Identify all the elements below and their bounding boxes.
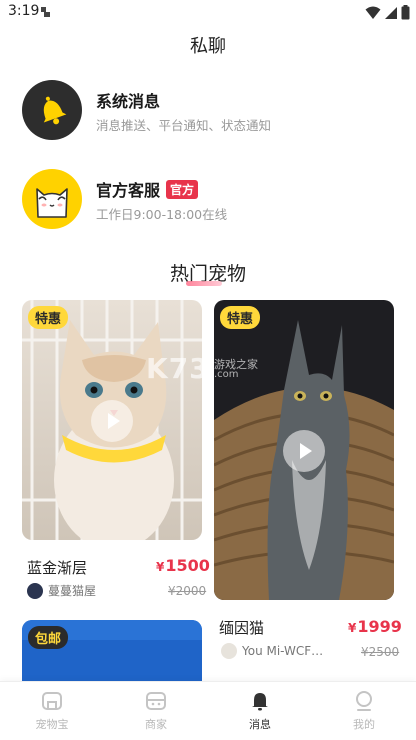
shop-name: You Mi-WCF… (242, 644, 324, 658)
currency-symbol: ¥ (348, 621, 357, 635)
pet-card-image-blue-gold[interactable]: 特惠 (22, 300, 202, 540)
price-value: 1999 (357, 617, 402, 636)
play-video-button[interactable] (91, 400, 133, 442)
discount-tag: 特惠 (220, 306, 261, 329)
pet-name: 缅因猫 (219, 619, 265, 637)
tab-label: 我的 (353, 718, 375, 731)
profile-icon (356, 691, 372, 711)
shop-name: 蔓蔓猫屋 (48, 584, 97, 598)
shop-info[interactable]: You Mi-WCF… (221, 643, 323, 659)
status-icons (365, 5, 410, 20)
tab-merchants[interactable]: 商家 (121, 690, 191, 732)
bell-icon (43, 96, 67, 125)
battery-icon (401, 5, 410, 20)
pet-name: 蓝金渐层 (27, 559, 88, 577)
page-title: 私聊 (190, 36, 226, 57)
play-video-button[interactable] (283, 430, 325, 472)
pet-card-image-maine-coon[interactable]: 特惠 (214, 300, 394, 600)
wifi-icon (365, 6, 381, 19)
pet-price: ¥1500 (156, 556, 210, 575)
status-bar: 3:19 (0, 0, 416, 26)
signal-icon (385, 6, 397, 19)
bottom-tab-bar: 宠物宝 商家 消息 我的 (0, 681, 416, 740)
tab-profile[interactable]: 我的 (329, 690, 399, 732)
watermark: K73 游戏之家 .com (146, 352, 258, 385)
status-time: 3:19 (8, 3, 40, 19)
system-message-item[interactable]: 系统消息 消息推送、平台通知、状态通知 (22, 80, 402, 142)
tab-messages[interactable]: 消息 (225, 690, 295, 732)
system-message-avatar (22, 80, 82, 140)
tab-pet-treasure[interactable]: 宠物宝 (17, 690, 87, 732)
tab-label: 商家 (145, 718, 167, 731)
tab-label: 宠物宝 (35, 718, 69, 731)
customer-service-avatar (22, 169, 82, 229)
home-icon (42, 692, 62, 710)
official-badge: 官方 (166, 179, 199, 199)
tab-label: 消息 (249, 718, 271, 731)
customer-service-title: 官方客服 (96, 181, 161, 200)
system-message-subtitle: 消息推送、平台通知、状态通知 (96, 118, 272, 133)
free-shipping-tag: 包邮 (28, 626, 69, 649)
watermark-domain: .com (214, 369, 239, 380)
app-notification-icon (41, 7, 50, 17)
shop-avatar (221, 643, 237, 659)
watermark-logo: K73 (146, 352, 210, 385)
pet-price: ¥1999 (348, 617, 402, 636)
shop-avatar (27, 582, 43, 599)
customer-service-hours: 工作日9:00-18:00在线 (96, 207, 228, 222)
original-price: ¥2000 (168, 584, 207, 598)
price-value: 1500 (165, 556, 210, 575)
system-message-title: 系统消息 (96, 92, 161, 111)
shop-info[interactable]: 蔓蔓猫屋 (27, 582, 96, 599)
discount-tag: 特惠 (28, 306, 69, 329)
currency-symbol: ¥ (156, 560, 165, 574)
bell-icon (252, 693, 268, 711)
customer-service-item[interactable]: 官方客服 官方 工作日9:00-18:00在线 (22, 169, 402, 231)
section-title-underline (186, 281, 222, 286)
cat-mascot-icon (36, 188, 68, 218)
original-price: ¥2500 (361, 645, 400, 659)
store-icon (146, 692, 166, 710)
